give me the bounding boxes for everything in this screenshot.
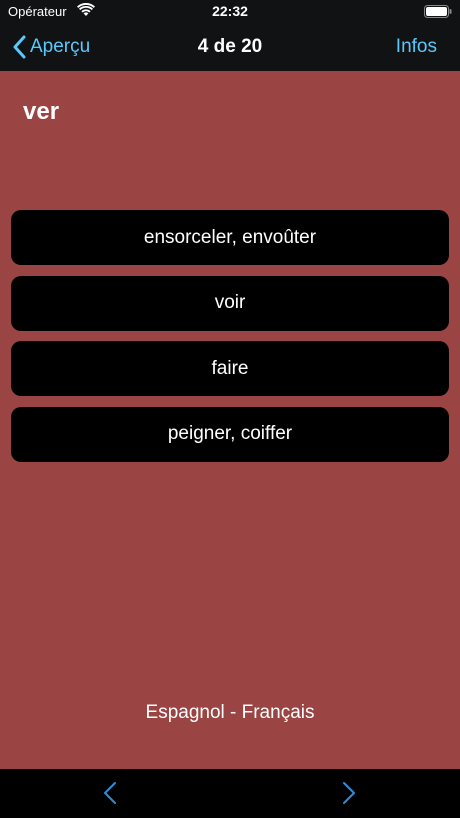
answer-choice-4[interactable]: peigner, coiffer: [11, 406, 449, 462]
answer-choice-3[interactable]: faire: [11, 341, 449, 396]
status-bar: Opérateur 22:32: [0, 0, 460, 24]
navigation-bar: Aperçu 4 de 20 Infos: [0, 24, 460, 71]
chevron-left-icon[interactable]: [102, 781, 118, 805]
quiz-area: ver ensorceler, envoûter voir faire peig…: [0, 71, 460, 769]
screen: Opérateur 22:32 Aperçu 4 de 20 Infos ver…: [0, 0, 460, 818]
bottom-toolbar: [0, 769, 460, 818]
answer-choices: ensorceler, envoûter voir faire peigner,…: [11, 210, 449, 472]
clock: 22:32: [212, 3, 248, 19]
language-pair-label: Espagnol - Français: [145, 702, 315, 723]
battery-icon: [424, 5, 452, 18]
page-title: 4 de 20: [197, 36, 263, 57]
info-button[interactable]: Infos: [396, 36, 437, 58]
answer-choice-2[interactable]: voir: [11, 275, 449, 331]
chevron-right-icon[interactable]: [341, 781, 357, 805]
answer-choice-1[interactable]: ensorceler, envoûter: [11, 210, 449, 265]
quiz-word: ver: [23, 98, 60, 125]
